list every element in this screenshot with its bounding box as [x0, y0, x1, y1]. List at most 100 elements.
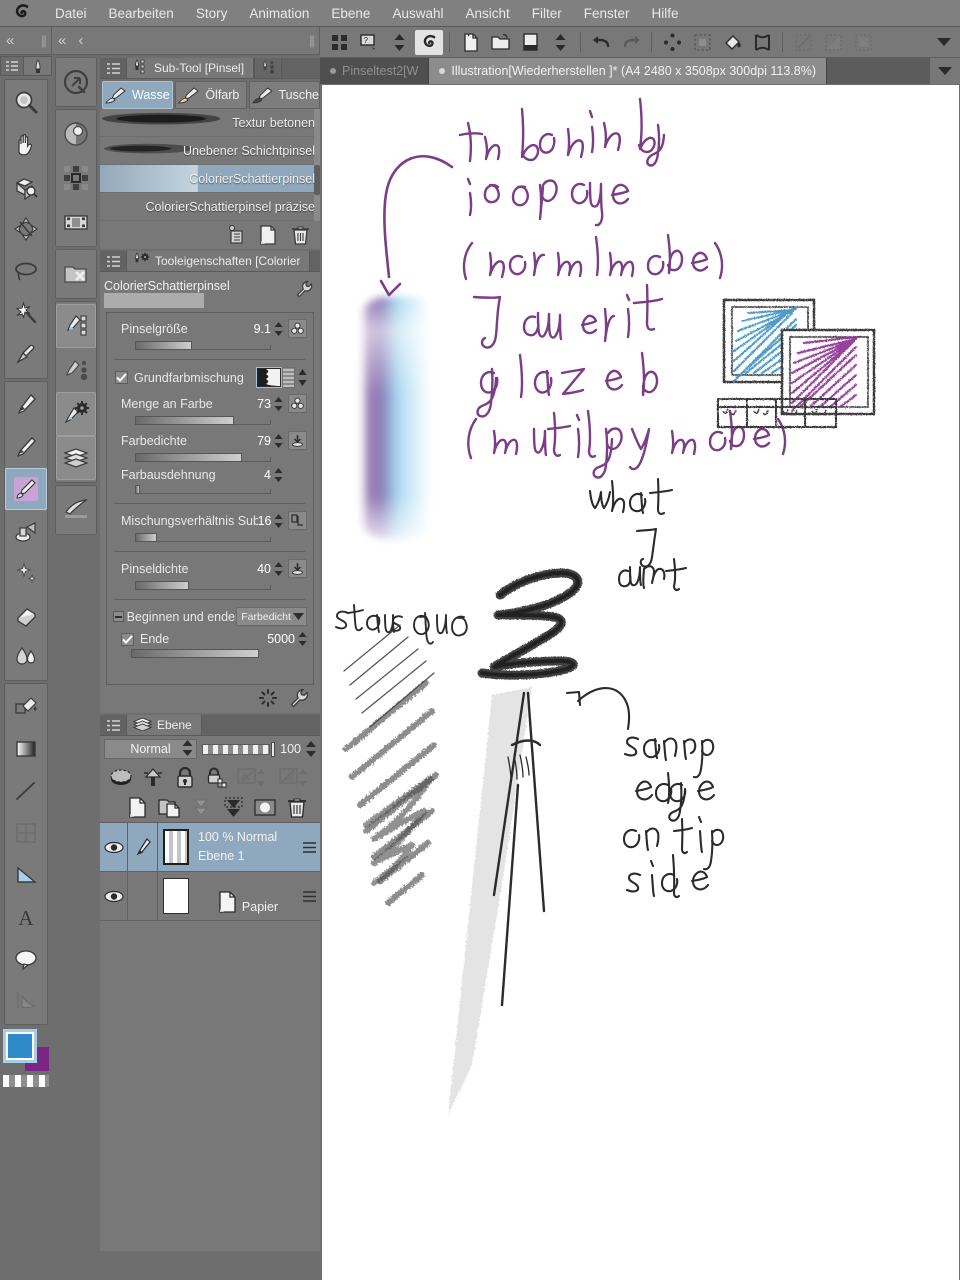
selection-fill-icon[interactable]	[819, 30, 847, 55]
subtool-item-textur-betonen[interactable]: Textur betonen	[100, 109, 320, 137]
end-checkbox[interactable]	[121, 632, 134, 646]
brush-size-stepper[interactable]	[273, 321, 283, 336]
reference-layer-button[interactable]	[276, 764, 316, 790]
delete-subtool-button[interactable]	[288, 223, 312, 247]
end-stepper[interactable]	[297, 632, 307, 646]
menu-auswahl[interactable]: Auswahl	[381, 0, 454, 27]
menu-animation[interactable]: Animation	[238, 0, 320, 27]
tool-correct-line[interactable]	[5, 980, 47, 1022]
base-color-mixing-checkbox[interactable]	[115, 371, 128, 384]
updown-arrows-2-icon[interactable]	[546, 30, 574, 55]
tool-brush[interactable]	[5, 468, 47, 510]
menu-filter[interactable]: Filter	[521, 0, 573, 27]
blending-ratio-sub-slider[interactable]	[135, 533, 271, 542]
paint-amount-slider[interactable]	[135, 416, 271, 425]
menu-story[interactable]: Story	[185, 0, 239, 27]
layer-opacity-stepper[interactable]	[306, 741, 316, 757]
paint-amount-stepper[interactable]	[273, 396, 283, 411]
nav-quick-access[interactable]	[56, 60, 96, 104]
pressure-down-icon-paint-density[interactable]	[288, 431, 307, 450]
brush-size-slider[interactable]	[135, 341, 271, 350]
redo-icon[interactable]	[617, 30, 645, 55]
toolbar-collapse-strip-left[interactable]: « |||	[0, 27, 52, 55]
tool-frame-border[interactable]	[5, 812, 47, 854]
open-file-icon[interactable]	[486, 30, 514, 55]
tool-text[interactable]: A	[5, 896, 47, 938]
brush-density-slider[interactable]	[135, 581, 271, 590]
grid-view-icon[interactable]	[325, 30, 353, 55]
fill-selection-icon[interactable]	[688, 30, 716, 55]
drag-grip-icon-2[interactable]: |||	[309, 33, 315, 48]
new-raster-layer-button[interactable]	[122, 794, 152, 820]
menu-bearbeiten[interactable]: Bearbeiten	[98, 0, 185, 27]
subtool-palette-tab[interactable]: Sub-Tool [Pinsel]	[126, 58, 255, 78]
save-file-icon[interactable]	[516, 30, 544, 55]
subtool-item-coloriersschattierpinsel[interactable]: ColorierSchattierpinsel	[100, 165, 320, 193]
tool-select-lasso[interactable]	[5, 250, 47, 292]
color-stretch-slider[interactable]	[135, 485, 271, 494]
end-slider[interactable]	[131, 649, 259, 658]
palette-menu-icon-layer[interactable]	[100, 715, 126, 735]
sub-blend-icon[interactable]	[288, 511, 307, 530]
tool-move-layer[interactable]	[5, 208, 47, 250]
tool-palette-tab[interactable]	[24, 56, 52, 76]
canvas-area[interactable]	[320, 84, 960, 1280]
menu-fenster[interactable]: Fenster	[573, 0, 641, 27]
clear-selection-icon[interactable]	[658, 30, 686, 55]
menu-datei[interactable]: Datei	[44, 0, 98, 27]
layer-opacity-slider[interactable]	[201, 741, 276, 757]
double-chevron-left-icon-2[interactable]: «	[52, 32, 72, 49]
tool-eraser[interactable]	[5, 594, 47, 636]
menu-hilfe[interactable]: Hilfe	[641, 0, 690, 27]
tool-fill[interactable]	[5, 686, 47, 728]
undo-icon[interactable]	[587, 30, 615, 55]
brush-category-oelfarbe[interactable]: Ölfarb	[175, 81, 247, 109]
blend-mode-stepper-icon[interactable]	[182, 739, 193, 759]
layer-palette-tab[interactable]: Ebene	[126, 715, 202, 735]
menu-ebene[interactable]: Ebene	[320, 0, 381, 27]
tool-settings-button[interactable]	[288, 686, 312, 710]
layer-draw-marker-2[interactable]	[128, 872, 158, 920]
tool-ruler[interactable]	[5, 854, 47, 896]
nav-layer[interactable]	[56, 436, 96, 480]
tool-pencil[interactable]	[5, 426, 47, 468]
layer-row-papier[interactable]: Papier	[100, 872, 320, 921]
updown-arrows-icon[interactable]	[385, 30, 413, 55]
tool-airbrush[interactable]	[5, 510, 47, 552]
tool-blend[interactable]	[5, 636, 47, 678]
brush-category-tusche[interactable]: Tusche	[248, 81, 320, 109]
tool-rotate-canvas[interactable]	[5, 166, 47, 208]
clip-to-layer-button[interactable]	[234, 764, 274, 790]
layer-draw-marker-1[interactable]	[128, 823, 158, 871]
layer-menu-icon-2[interactable]	[298, 872, 320, 920]
tool-pen[interactable]	[5, 384, 47, 426]
tool-move-hand[interactable]	[5, 124, 47, 166]
mask-circle-button[interactable]	[250, 794, 280, 820]
palette-menu-icon-subtool[interactable]	[100, 58, 126, 78]
transfer-down-button[interactable]	[186, 794, 216, 820]
doc-tab-pinseltest2[interactable]: Pinseltest2[W	[320, 58, 430, 84]
base-color-mixing-swatch-selected[interactable]	[256, 367, 282, 388]
subtool-detail-palette-tab[interactable]	[254, 58, 283, 78]
palette-menu-icon-toolprops[interactable]	[100, 251, 126, 271]
toolbar-overflow-chevron-down-icon[interactable]	[930, 29, 958, 55]
base-color-mixing-swatch-alt[interactable]	[282, 367, 295, 388]
wrench-icon-top[interactable]	[296, 280, 314, 303]
tool-eyedropper[interactable]	[5, 334, 47, 376]
nav-tool-property[interactable]	[56, 392, 96, 436]
quick-access-icon[interactable]: ?	[355, 30, 383, 55]
new-subtool-button[interactable]	[256, 223, 280, 247]
menu-ansicht[interactable]: Ansicht	[454, 0, 520, 27]
nav-subtool-detail[interactable]	[56, 348, 96, 392]
subtool-item-unebener-schichtpinsel[interactable]: Unebener Schichtpinsel	[100, 137, 320, 165]
layer-thumbnail-2[interactable]	[158, 872, 194, 920]
reset-tool-button[interactable]	[256, 686, 280, 710]
layer-row-ebene-1[interactable]: 100 % Normal Ebene 1	[100, 823, 320, 872]
nav-subtool[interactable]	[56, 304, 96, 348]
doctab-overflow-chevron-down-icon[interactable]	[930, 58, 960, 84]
blending-ratio-sub-stepper[interactable]	[273, 513, 283, 528]
layer-list-empty-area[interactable]	[100, 921, 320, 1251]
tool-decoration[interactable]	[5, 552, 47, 594]
fill-bucket-icon[interactable]	[718, 30, 746, 55]
palette-menu-icon-tools[interactable]	[0, 56, 24, 76]
